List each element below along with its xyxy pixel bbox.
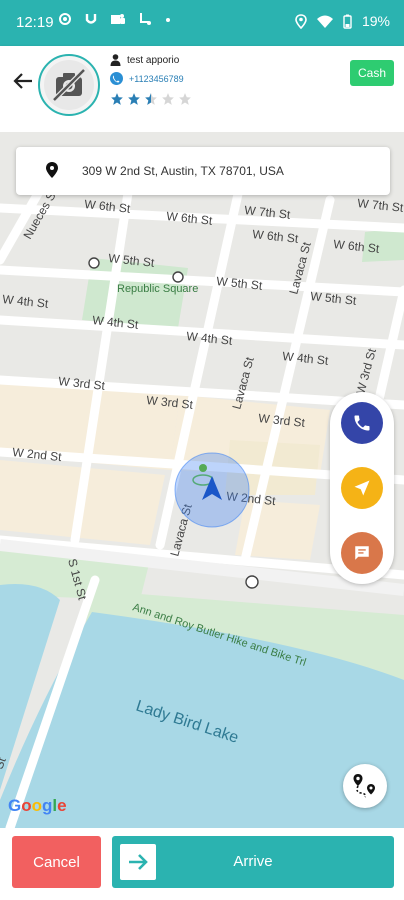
location-icon (295, 13, 307, 29)
arrow-left-icon[interactable] (12, 70, 34, 92)
no-photo-icon (52, 68, 86, 102)
status-right-icons: 19% (295, 13, 390, 29)
google-logo: o (31, 796, 43, 815)
user-name-row: test apporio (110, 54, 179, 66)
battery-percent: 19% (361, 13, 390, 29)
chat-button[interactable] (341, 532, 383, 574)
route-overview-button[interactable] (343, 764, 387, 808)
wifi-icon (316, 15, 333, 28)
battery-icon (343, 14, 352, 29)
navigate-button[interactable] (341, 467, 383, 509)
rating-stars (110, 92, 192, 106)
dot-icon (166, 18, 170, 22)
teams-icon (111, 14, 125, 24)
destination-address-card[interactable]: 309 W 2nd St, Austin, TX 78701, USA (16, 147, 390, 195)
u-icon (85, 14, 97, 24)
status-bar: 12:19 19% (0, 0, 404, 46)
route-icon (140, 13, 151, 25)
payment-badge: Cash (349, 60, 394, 86)
arrive-button[interactable]: Arrive (112, 836, 394, 888)
chat-icon (355, 546, 369, 560)
arrive-label: Arrive (233, 853, 273, 870)
status-left-icons (58, 12, 172, 26)
google-logo: e (57, 796, 67, 815)
map-label: Republic Square (117, 283, 198, 295)
star-empty-icon (162, 93, 174, 105)
navigation-icon (354, 480, 370, 496)
phone-icon (354, 415, 370, 431)
cancel-button[interactable]: Cancel (12, 836, 101, 888)
destination-address: 309 W 2nd St, Austin, TX 78701, USA (82, 164, 284, 178)
star-icon (111, 93, 123, 105)
star-half-icon (145, 93, 157, 105)
user-name: test apporio (127, 54, 180, 66)
call-button[interactable] (341, 402, 383, 444)
bottom-action-bar: Cancel Arrive (0, 828, 404, 900)
google-logo: g (42, 796, 53, 815)
route-map-icon (353, 774, 375, 798)
phone-small-icon (110, 72, 123, 85)
avatar (38, 54, 100, 116)
star-empty-icon (179, 93, 191, 105)
phone-row[interactable]: +1123456789 (110, 72, 184, 85)
rider-header: test apporio +1123456789 Cash (0, 46, 404, 132)
google-logo: o (21, 796, 32, 815)
person-icon (110, 54, 121, 66)
star-icon (128, 93, 140, 105)
google-logo: G (8, 796, 22, 815)
google-attribution: Google (8, 796, 67, 816)
status-time: 12:19 (16, 14, 54, 31)
circle-icon (59, 13, 71, 25)
location-pin-icon (46, 162, 58, 178)
action-column (330, 392, 394, 584)
user-phone: +1123456789 (129, 73, 184, 84)
